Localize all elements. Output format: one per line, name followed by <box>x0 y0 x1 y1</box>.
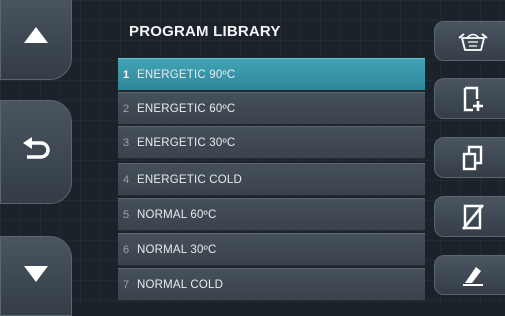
program-row[interactable]: 4 ENERGETIC COLD <box>118 163 425 196</box>
page-title: PROGRAM LIBRARY <box>129 23 281 40</box>
program-name: ENERGETIC COLD <box>137 173 243 186</box>
new-document-icon <box>461 86 485 112</box>
delete-icon <box>461 203 485 230</box>
program-row[interactable]: 6 NORMAL 30ºC <box>118 233 425 266</box>
program-name: NORMAL COLD <box>137 278 224 291</box>
program-number: 1 <box>123 68 130 81</box>
program-name: ENERGETIC 90ºC <box>137 68 236 81</box>
scroll-up-button[interactable] <box>0 0 72 80</box>
copy-program-button[interactable] <box>434 137 505 178</box>
program-number: 2 <box>123 102 130 115</box>
back-button[interactable] <box>0 100 72 204</box>
program-name: ENERGETIC 30ºC <box>137 136 236 149</box>
edit-icon <box>461 263 485 287</box>
triangle-down-icon <box>23 265 49 288</box>
basket-button[interactable] <box>434 21 505 61</box>
program-number: 7 <box>123 278 130 291</box>
program-name: NORMAL 30ºC <box>137 243 217 256</box>
program-row[interactable]: 7 NORMAL COLD <box>118 268 425 301</box>
program-number: 5 <box>123 208 130 221</box>
program-name: NORMAL 60ºC <box>137 208 217 221</box>
edit-program-button[interactable] <box>434 255 505 295</box>
program-row[interactable]: 1 ENERGETIC 90ºC <box>118 58 425 91</box>
program-row[interactable]: 5 NORMAL 60ºC <box>118 198 425 231</box>
laundry-basket-icon <box>457 30 488 52</box>
program-number: 3 <box>123 136 130 149</box>
program-number: 4 <box>123 173 130 186</box>
scroll-down-button[interactable] <box>0 236 72 316</box>
delete-program-button[interactable] <box>434 196 505 237</box>
new-program-button[interactable] <box>434 78 505 119</box>
triangle-up-icon <box>23 26 49 49</box>
program-name: ENERGETIC 60ºC <box>137 102 236 115</box>
program-number: 6 <box>123 243 130 256</box>
program-row[interactable]: 3 ENERGETIC 30ºC <box>118 126 425 159</box>
return-arrow-icon <box>21 136 51 168</box>
program-row[interactable]: 2 ENERGETIC 60ºC <box>118 92 425 125</box>
copy-icon <box>461 145 485 171</box>
